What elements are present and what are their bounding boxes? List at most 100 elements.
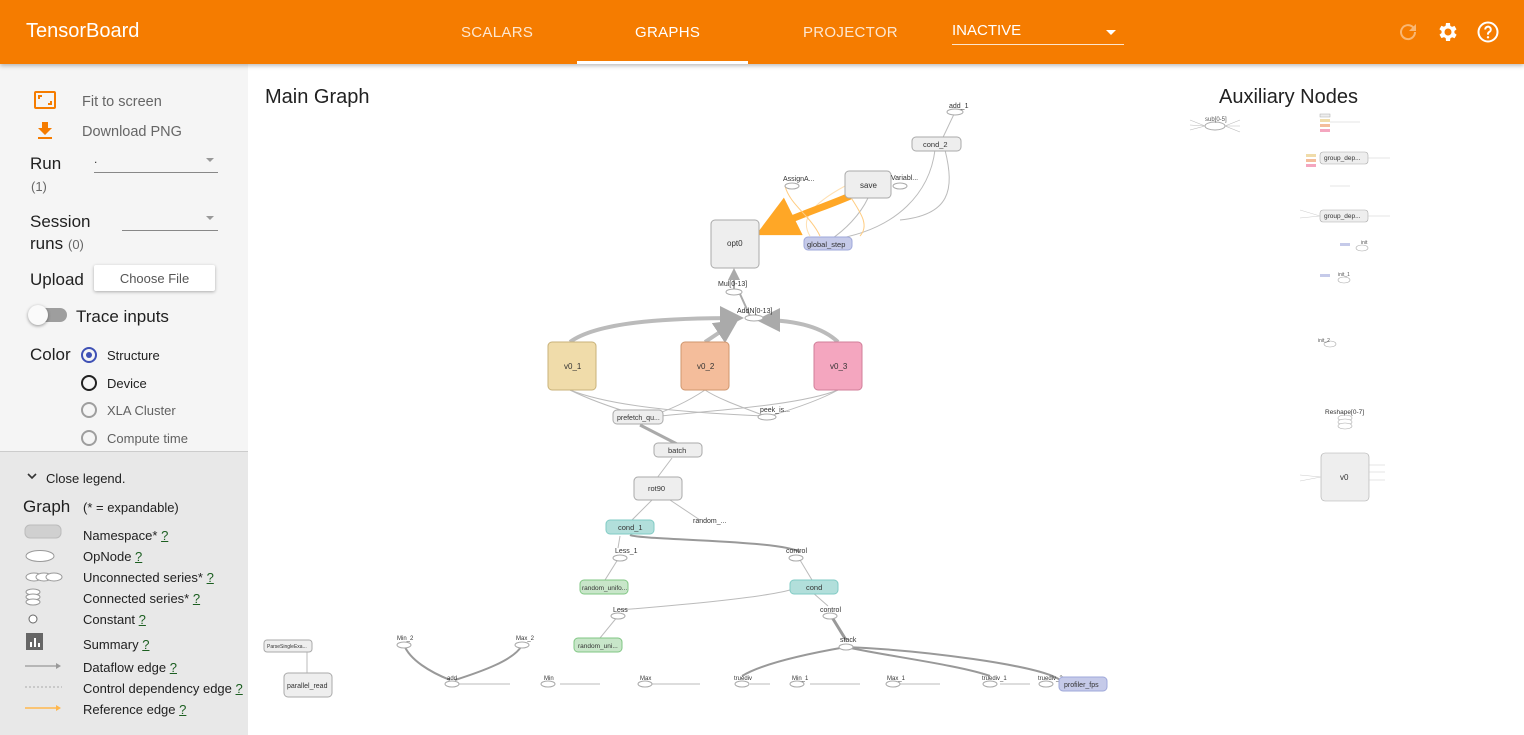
node-variable: Variabl...	[891, 175, 918, 182]
aux-node-init: init	[1361, 240, 1368, 246]
legend-control-edge: Control dependency edge ?	[83, 681, 243, 696]
color-xla-cluster-label: XLA Cluster	[107, 403, 176, 418]
dataflow-edge-icon	[25, 663, 61, 669]
session-runs-count: (0)	[68, 237, 84, 252]
active-tab-indicator	[577, 61, 748, 64]
choose-file-button[interactable]: Choose File	[94, 265, 215, 291]
tab-projector[interactable]: PROJECTOR	[803, 24, 898, 41]
node-peek: peek_is...	[760, 407, 790, 414]
reference-edge-icon	[25, 705, 61, 711]
color-device-label: Device	[107, 376, 147, 391]
color-device-radio[interactable]	[81, 375, 97, 391]
node-batch: batch	[668, 446, 686, 455]
legend-namespace: Namespace* ?	[83, 528, 169, 543]
opnode-icon	[25, 550, 55, 562]
connected-series-icon	[25, 588, 41, 606]
run-count: (1)	[31, 179, 47, 194]
color-structure-radio[interactable]	[81, 347, 97, 363]
top-app-bar: TensorBoard SCALARS GRAPHS PROJECTOR INA…	[0, 0, 1524, 64]
help-link[interactable]: ?	[135, 549, 142, 564]
legend-reference-edge: Reference edge ?	[83, 702, 187, 717]
help-link[interactable]: ?	[236, 681, 243, 696]
aux-node-v0: v0	[1340, 473, 1349, 482]
summary-icon	[26, 633, 43, 650]
node-parse: ParseSingleExa...	[267, 644, 307, 650]
node-mul: Mul[0-13]	[718, 281, 747, 288]
help-icon[interactable]	[1476, 20, 1500, 44]
aux-node-init-2: init_2	[1318, 338, 1330, 344]
node-addn: AddN[0-13]	[737, 308, 772, 315]
node-v0-1: v0_1	[564, 362, 582, 371]
node-cond-2: cond_2	[923, 140, 948, 149]
help-link[interactable]: ?	[179, 702, 186, 717]
aux-node-group-dep-1: group_dep...	[1324, 155, 1361, 162]
close-legend-button[interactable]: Close legend.	[46, 471, 126, 486]
aux-node-group-dep-2: group_dep...	[1324, 213, 1361, 220]
color-label: Color	[30, 345, 71, 364]
settings-gear-icon[interactable]	[1436, 20, 1460, 44]
legend-graph-title: Graph	[23, 497, 71, 516]
trace-inputs-label: Trace inputs	[76, 307, 169, 326]
control-edge-icon	[25, 686, 62, 688]
color-compute-time-radio[interactable]	[81, 430, 97, 446]
color-compute-time-label: Compute time	[107, 431, 188, 446]
node-min-2: Min_2	[397, 636, 414, 642]
color-structure-label: Structure	[107, 348, 160, 363]
chevron-down-icon[interactable]	[27, 473, 37, 481]
graph-legend: Close legend. Graph (* = expandable) Nam…	[0, 451, 248, 735]
node-control: control	[786, 548, 807, 555]
legend-connected-series: Connected series* ?	[83, 591, 201, 606]
node-profiler-fps: profiler_fps	[1064, 682, 1099, 689]
tab-graphs[interactable]: GRAPHS	[635, 24, 700, 41]
node-less-1: Less_1	[615, 548, 638, 555]
node-save: save	[860, 181, 877, 190]
unconnected-series-icon	[25, 572, 63, 582]
dropdown-caret-icon	[1106, 30, 1116, 35]
node-add-1: add_1	[949, 103, 969, 110]
graph-svg: add_1 cond_2 AssignA... save Variabl... …	[263, 103, 1390, 698]
graph-canvas[interactable]: Main Graph Auxiliary Nodes add_1 cond_2 …	[248, 64, 1524, 734]
color-xla-cluster-radio[interactable]	[81, 402, 97, 418]
legend-unconnected-series: Unconnected series* ?	[83, 570, 214, 585]
fit-to-screen-icon[interactable]	[33, 88, 57, 112]
node-prefetch: prefetch_qu...	[617, 415, 660, 422]
help-link[interactable]: ?	[170, 660, 177, 675]
node-opt0: opt0	[727, 239, 743, 248]
inactive-label: INACTIVE	[952, 22, 1022, 39]
node-random-uni: random_uni...	[578, 643, 618, 650]
legend-constant: Constant ?	[83, 612, 146, 627]
node-v0-3: v0_3	[830, 362, 848, 371]
node-stack: stack	[840, 637, 857, 644]
run-select-value: .	[94, 152, 98, 166]
constant-icon	[28, 614, 38, 624]
node-random-unifo: random_unifo...	[582, 585, 627, 592]
reload-icon[interactable]	[1396, 20, 1420, 44]
app-title: TensorBoard	[26, 20, 140, 42]
help-link[interactable]: ?	[139, 612, 146, 627]
help-link[interactable]: ?	[161, 528, 168, 543]
help-link[interactable]: ?	[142, 637, 149, 652]
legend-dataflow-edge: Dataflow edge ?	[83, 660, 177, 675]
tab-scalars[interactable]: SCALARS	[461, 24, 533, 41]
download-png-button[interactable]: Download PNG	[82, 124, 182, 140]
run-select[interactable]: .	[94, 152, 218, 173]
legend-opnode: OpNode ?	[83, 549, 143, 564]
inactive-dashboards-dropdown[interactable]: INACTIVE	[952, 22, 1124, 45]
help-link[interactable]: ?	[193, 591, 200, 606]
session-runs-label-2: runs	[30, 234, 64, 253]
legend-expandable-note: (* = expandable)	[83, 500, 179, 515]
node-rot90: rot90	[648, 484, 665, 493]
upload-label: Upload	[30, 270, 84, 289]
node-cond-1: cond_1	[618, 523, 643, 532]
session-runs-select[interactable]	[122, 210, 218, 231]
fit-to-screen-button[interactable]: Fit to screen	[82, 94, 162, 110]
help-link[interactable]: ?	[207, 570, 214, 585]
download-icon[interactable]	[33, 119, 57, 143]
node-v0-2: v0_2	[697, 362, 715, 371]
node-random: random_...	[693, 518, 727, 525]
legend-summary: Summary ?	[83, 637, 150, 652]
node-global-step: global_step	[807, 240, 845, 249]
aux-node-init-1: init_1	[1338, 272, 1350, 278]
node-parallel-read: parallel_read	[287, 683, 328, 690]
trace-inputs-toggle[interactable]	[28, 305, 67, 325]
